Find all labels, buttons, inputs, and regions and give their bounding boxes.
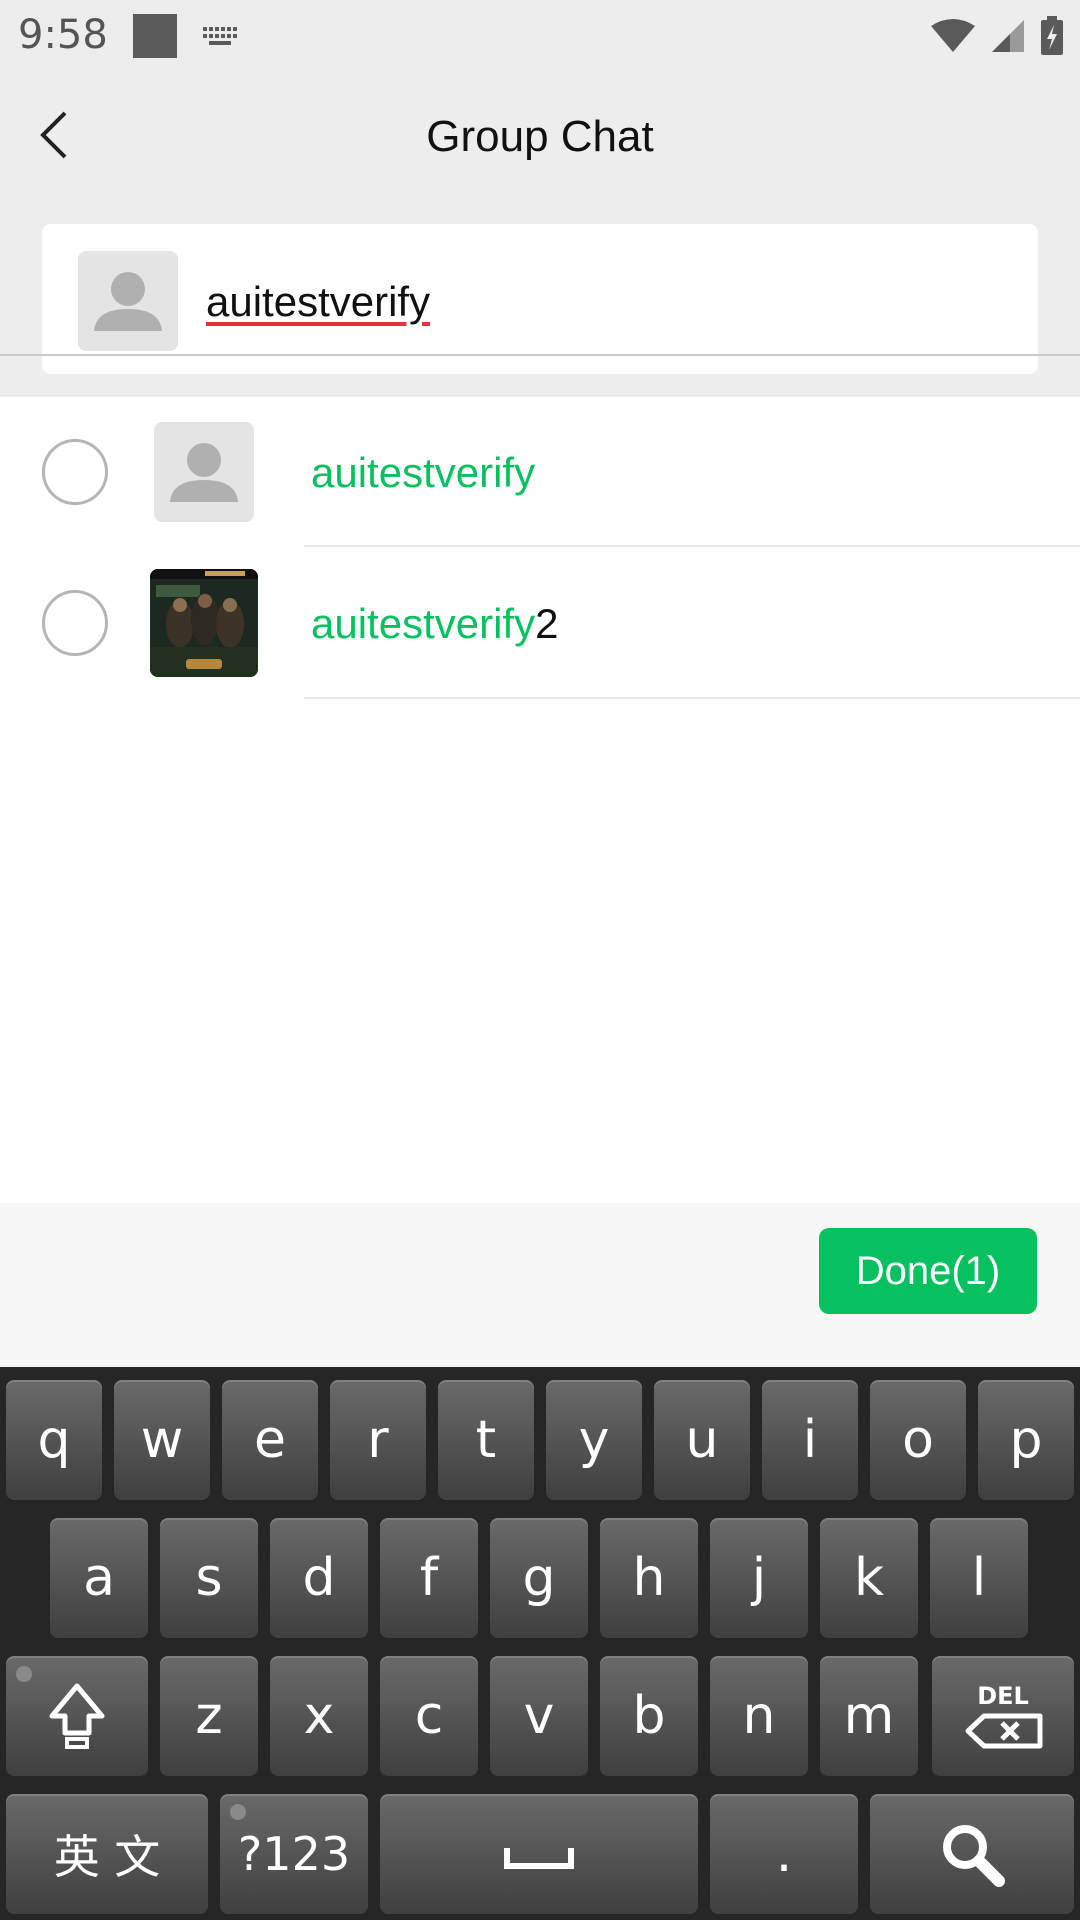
- contact-name: auitestverify: [311, 449, 535, 497]
- key-n[interactable]: n: [710, 1656, 808, 1776]
- action-bar: Done(1): [0, 1203, 1080, 1367]
- list-item[interactable]: auitestverify: [0, 397, 1080, 548]
- search-divider: [0, 354, 1080, 356]
- battery-icon: [1041, 16, 1063, 55]
- search-input[interactable]: auitestverify: [206, 278, 430, 326]
- select-radio[interactable]: [42, 590, 108, 656]
- title-bar: Group Chat: [0, 72, 1080, 202]
- key-p[interactable]: p: [978, 1380, 1074, 1500]
- status-time: 9:58: [18, 12, 108, 58]
- language-key[interactable]: 英 文: [6, 1794, 208, 1914]
- search-key[interactable]: [870, 1794, 1074, 1914]
- shift-icon: [49, 1683, 105, 1749]
- list-item[interactable]: auitestverify2: [0, 548, 1080, 699]
- key-i[interactable]: i: [762, 1380, 858, 1500]
- key-z[interactable]: z: [160, 1656, 258, 1776]
- key-x[interactable]: x: [270, 1656, 368, 1776]
- default-avatar-icon: [154, 422, 254, 522]
- select-radio[interactable]: [42, 439, 108, 505]
- screen: 9:58 Group Chat auitestverify auitestver…: [0, 0, 1080, 1920]
- key-j[interactable]: j: [710, 1518, 808, 1638]
- page-title: Group Chat: [426, 112, 654, 161]
- name-match: auitestverify: [311, 600, 536, 647]
- delete-key[interactable]: DEL: [932, 1656, 1074, 1776]
- key-w[interactable]: w: [114, 1380, 210, 1500]
- key-m[interactable]: m: [820, 1656, 918, 1776]
- key-k[interactable]: k: [820, 1518, 918, 1638]
- key-l[interactable]: l: [930, 1518, 1028, 1638]
- done-button[interactable]: Done(1): [819, 1228, 1037, 1314]
- space-key[interactable]: [380, 1794, 698, 1914]
- row-divider: [304, 697, 1080, 699]
- results-list: auitestverify auitestverify2: [0, 397, 1080, 1203]
- key-h[interactable]: h: [600, 1518, 698, 1638]
- row-divider: [304, 545, 1080, 547]
- key-d[interactable]: d: [270, 1518, 368, 1638]
- signal-icon: [992, 20, 1024, 52]
- key-o[interactable]: o: [870, 1380, 966, 1500]
- key-t[interactable]: t: [438, 1380, 534, 1500]
- search-field[interactable]: auitestverify: [42, 224, 1038, 374]
- key-s[interactable]: s: [160, 1518, 258, 1638]
- status-icons: [930, 14, 1064, 58]
- key-e[interactable]: e: [222, 1380, 318, 1500]
- photo-avatar-icon: [150, 569, 258, 677]
- key-b[interactable]: b: [600, 1656, 698, 1776]
- key-g[interactable]: g: [490, 1518, 588, 1638]
- symbols-label: ?123: [237, 1827, 351, 1881]
- period-key[interactable]: .: [710, 1794, 858, 1914]
- key-y[interactable]: y: [546, 1380, 642, 1500]
- key-u[interactable]: u: [654, 1380, 750, 1500]
- wifi-icon: [931, 19, 975, 52]
- status-bar: 9:58: [0, 0, 1080, 72]
- key-v[interactable]: v: [490, 1656, 588, 1776]
- key-c[interactable]: c: [380, 1656, 478, 1776]
- space-icon: [504, 1848, 574, 1869]
- search-icon: [943, 1825, 1005, 1887]
- key-f[interactable]: f: [380, 1518, 478, 1638]
- keyboard-status-icon: [203, 27, 237, 45]
- key-indicator-dot: [16, 1666, 32, 1682]
- key-indicator-dot: [230, 1804, 246, 1820]
- key-a[interactable]: a: [50, 1518, 148, 1638]
- shift-key[interactable]: [6, 1656, 148, 1776]
- default-avatar-icon: [78, 251, 178, 351]
- key-r[interactable]: r: [330, 1380, 426, 1500]
- name-match: auitestverify: [311, 449, 536, 496]
- svg-text:DEL: DEL: [977, 1682, 1029, 1710]
- delete-icon: DEL: [965, 1682, 1043, 1749]
- contact-name: auitestverify2: [311, 600, 558, 648]
- key-q[interactable]: q: [6, 1380, 102, 1500]
- notification-icon: [133, 14, 177, 58]
- name-rest: 2: [535, 600, 559, 647]
- symbols-key[interactable]: ?123: [220, 1794, 368, 1914]
- soft-keyboard: q w e r t y u i o p a s d f g h j k l z …: [0, 1367, 1080, 1920]
